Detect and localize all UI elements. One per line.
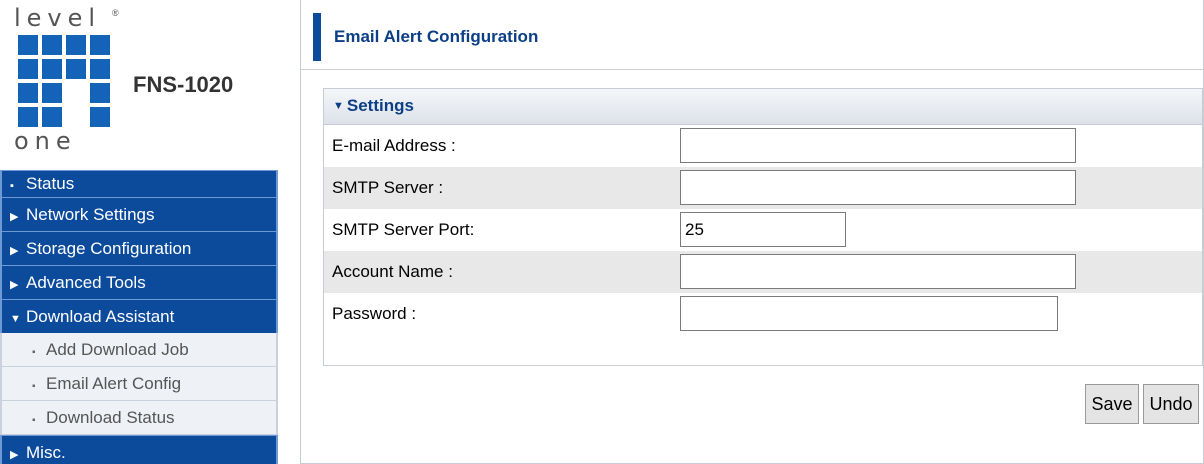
email-address-row: E-mail Address : — [324, 125, 1202, 167]
smtp-server-label: SMTP Server : — [332, 178, 444, 197]
sidebar-nav: ▪ Status ▶ Network Settings ▶ Storage Confi… — [0, 170, 278, 464]
email-address-label: E-mail Address : — [332, 136, 456, 155]
sidebar-item-label: Download Assistant — [26, 307, 175, 326]
triangle-right-icon: ▶ — [10, 449, 19, 461]
triangle-down-icon: ▼ — [333, 100, 344, 112]
smtp-port-input[interactable] — [680, 212, 846, 247]
sidebar-subitem-label: Email Alert Config — [46, 374, 182, 393]
sidebar-item-advanced-tools[interactable]: ▶ Advanced Tools — [0, 265, 278, 299]
logo-grid-icon — [18, 35, 110, 127]
sidebar-item-storage-configuration[interactable]: ▶ Storage Configuration — [0, 231, 278, 265]
sidebar-subitem-add-download-job[interactable]: ▪ Add Download Job — [0, 333, 278, 367]
account-name-label: Account Name : — [332, 262, 453, 281]
sidebar-item-download-assistant[interactable]: ▼ Download Assistant — [0, 299, 278, 333]
sidebar-item-label: Storage Configuration — [26, 239, 192, 258]
password-input[interactable] — [680, 296, 1058, 331]
main-content: Email Alert Configuration ▼ Settings E-ma… — [300, 0, 1204, 464]
settings-section-header[interactable]: ▼ Settings — [324, 89, 1202, 125]
undo-button[interactable]: Undo — [1143, 384, 1199, 424]
header-accent-bar — [313, 13, 321, 61]
password-row: Password : — [324, 293, 1202, 335]
page-header: Email Alert Configuration — [301, 0, 1203, 70]
triangle-right-icon: ▶ — [10, 279, 19, 291]
page-title: Email Alert Configuration — [334, 27, 539, 46]
section-title: Settings — [346, 96, 414, 115]
bullet-icon: ▪ — [32, 347, 36, 358]
account-name-input[interactable] — [680, 254, 1076, 289]
account-name-row: Account Name : — [324, 251, 1202, 293]
logo-registered-mark: ® — [112, 8, 119, 18]
sidebar-subitem-email-alert-config[interactable]: ▪ Email Alert Config — [0, 367, 278, 401]
model-name: FNS-1020 — [133, 72, 234, 97]
triangle-right-icon: ▶ — [10, 211, 19, 223]
bullet-icon: ▪ — [32, 415, 36, 426]
smtp-server-input[interactable] — [680, 170, 1076, 205]
sidebar-item-status[interactable]: ▪ Status — [0, 170, 278, 197]
sidebar-item-label: Advanced Tools — [26, 273, 146, 292]
save-button[interactable]: Save — [1085, 384, 1139, 424]
sidebar-subitem-label: Add Download Job — [46, 340, 189, 359]
settings-panel: ▼ Settings E-mail Address : SMTP Server :… — [323, 88, 1203, 366]
smtp-port-row: SMTP Server Port: — [324, 209, 1202, 251]
email-address-input[interactable] — [680, 128, 1076, 163]
brand-logo: level ® one FNS-1020 — [0, 0, 278, 170]
sidebar-item-misc[interactable]: ▶ Misc. — [0, 435, 278, 464]
sidebar-subitem-download-status[interactable]: ▪ Download Status — [0, 401, 278, 435]
bullet-icon: ▪ — [32, 381, 36, 392]
sidebar-item-label: Status — [26, 174, 75, 193]
logo-level-text: level — [14, 4, 102, 32]
sidebar-item-label: Misc. — [26, 443, 66, 462]
bullet-icon: ▪ — [10, 180, 14, 192]
triangle-down-icon: ▼ — [10, 313, 21, 325]
password-label: Password : — [332, 304, 417, 323]
sidebar-subitem-label: Download Status — [46, 408, 175, 427]
triangle-right-icon: ▶ — [10, 245, 19, 257]
sidebar-item-label: Network Settings — [26, 205, 155, 224]
sidebar-item-network-settings[interactable]: ▶ Network Settings — [0, 197, 278, 231]
smtp-server-row: SMTP Server : — [324, 167, 1202, 209]
logo-one-text: one — [14, 127, 77, 155]
smtp-port-label: SMTP Server Port: — [332, 220, 475, 239]
